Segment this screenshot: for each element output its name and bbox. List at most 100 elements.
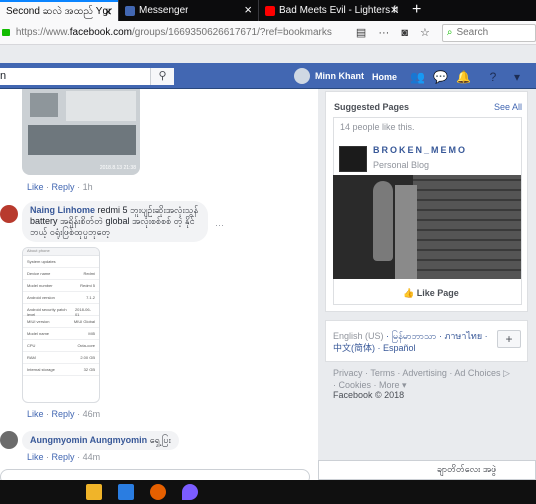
row-key: RAM [27, 355, 36, 360]
separator: · [46, 452, 50, 462]
close-icon[interactable]: × [104, 5, 112, 19]
photo-region [28, 125, 136, 155]
word-app-icon[interactable] [118, 484, 134, 500]
comment-text: ရှေ့ပြး [149, 435, 171, 445]
close-icon[interactable]: × [244, 3, 252, 17]
new-tab-button[interactable]: + [404, 0, 429, 21]
screenshot-rows: System updates Device name Redmi Model numb… [23, 256, 99, 376]
notifications-icon[interactable]: 🔔 [456, 70, 471, 84]
reply-link[interactable]: Reply [52, 409, 75, 419]
suggested-pages-title: Suggested Pages [334, 102, 410, 112]
like-link[interactable]: Like [27, 182, 44, 192]
search-icon: ⌕ [446, 27, 453, 38]
pocket-icon[interactable]: ◙ [401, 27, 408, 39]
photo-region [373, 181, 393, 261]
page-actions-icon[interactable]: ··· [378, 27, 389, 39]
like-link[interactable]: Like [27, 409, 44, 419]
chevron-down-icon[interactable]: ▾ [510, 70, 524, 84]
comment-author[interactable]: Naing Linhome [30, 205, 95, 215]
like-count: 14 people like this. [340, 122, 415, 132]
file-explorer-icon[interactable] [86, 484, 102, 500]
comment-actions: Like · Reply · 1h [27, 182, 93, 192]
browser-tab-bar: Second ဆလဲ အထည် Ygn × Messenger × Bad Me… [0, 0, 536, 21]
row-key: Internal storage [27, 367, 55, 372]
footer-link[interactable]: Advertising [402, 368, 447, 378]
add-language-button[interactable]: + [497, 330, 521, 348]
comment-time[interactable]: 44m [83, 452, 101, 462]
comment-time[interactable]: 46m [83, 409, 101, 419]
tab-title: Bad Meets Evil - Lighters ft. Br [279, 5, 398, 16]
screenshot-row: CPU Octa-core [23, 340, 99, 352]
comment-author[interactable]: Aungmyomin Aungmyomin [30, 435, 147, 445]
tab-title: Messenger [139, 5, 189, 16]
browser-nav-bar: https://www.facebook.com/groups/16693506… [0, 21, 536, 45]
chat-bar[interactable]: ချာတိတ်လေး အဖွဲ [318, 460, 536, 480]
browser-search-input[interactable]: ⌕ Search [441, 23, 536, 42]
comment-options-icon[interactable]: ··· [215, 220, 224, 230]
profile-link[interactable]: Minn Khant [294, 68, 364, 84]
language-link[interactable]: Español [383, 343, 416, 353]
comment-screenshot[interactable]: About phone System updates Device name Red… [22, 247, 100, 403]
row-key: Model name [27, 331, 50, 336]
reply-link[interactable]: Reply [52, 452, 75, 462]
language-link[interactable]: မြန်မာဘာသာ [392, 331, 437, 341]
row-key: System updates [27, 259, 56, 264]
avatar[interactable] [0, 431, 18, 449]
comment-photo[interactable]: 2018.8.13 21:38 [22, 89, 140, 175]
photo-region [395, 185, 417, 279]
row-key: Android version [27, 295, 55, 300]
avatar[interactable] [0, 205, 18, 223]
language-link[interactable]: ภาษาไทย [444, 331, 482, 341]
photo-region [66, 91, 136, 121]
like-page-button[interactable]: 👍 Like Page [403, 288, 459, 299]
browser-tab-2[interactable]: Messenger × [118, 0, 258, 21]
browser-tab-1[interactable]: Second ဆလဲ အထည် Ygn × [0, 0, 118, 21]
reply-link[interactable]: Reply [52, 182, 75, 192]
screenshot-row: RAM 2.00 GB [23, 352, 99, 364]
firefox-icon[interactable] [150, 484, 166, 500]
page-category: Personal Blog [373, 160, 430, 170]
screenshot-row: Device name Redmi [23, 268, 99, 280]
row-key: MIUI version [27, 319, 50, 324]
row-key: CPU [27, 343, 36, 348]
screenshot-row: Model name MI5 [23, 328, 99, 340]
search-button[interactable]: ⚲ [150, 68, 174, 85]
bookmark-star-icon[interactable]: ☆ [420, 26, 430, 39]
page-thumbnail[interactable] [339, 146, 367, 172]
comment-input[interactable] [0, 469, 310, 480]
close-icon[interactable]: × [390, 3, 398, 17]
comment-actions: Like · Reply · 46m [27, 409, 100, 419]
footer-link[interactable]: Ad Choices [454, 368, 500, 378]
current-language: English (US) [333, 331, 384, 341]
url-path: /groups/1669350626617671/?ref=bookmarks [132, 27, 332, 38]
see-all-link[interactable]: See All [494, 102, 522, 112]
friend-requests-icon[interactable]: 👥 [410, 70, 425, 84]
home-link[interactable]: Home [372, 72, 397, 82]
screenshot-header: About phone [23, 248, 99, 256]
group-feed: 2018.8.13 21:38 Like · Reply · 1h Naing … [0, 89, 318, 480]
lock-icon [2, 29, 10, 36]
help-icon[interactable]: ? [486, 70, 500, 84]
messenger-app-icon[interactable] [182, 484, 198, 500]
comment-time[interactable]: 1h [83, 182, 93, 192]
reader-view-icon[interactable]: ▤ [356, 26, 366, 39]
screenshot-row: MIUI version MIUI Global [23, 316, 99, 328]
row-key: Device name [27, 271, 51, 276]
separator: · [46, 409, 50, 419]
footer-link[interactable]: More [379, 380, 400, 390]
row-value: Redmi 5 [80, 283, 95, 288]
photo-timestamp: 2018.8.13 21:38 [99, 165, 136, 171]
page-cover-photo[interactable] [333, 175, 521, 279]
footer-link[interactable]: Terms [370, 368, 395, 378]
browser-tab-3[interactable]: Bad Meets Evil - Lighters ft. Br × [258, 0, 404, 21]
like-link[interactable]: Like [27, 452, 44, 462]
footer-link[interactable]: Privacy [333, 368, 363, 378]
screenshot-row: Model number Redmi 5 [23, 280, 99, 292]
facebook-search-input[interactable]: n [0, 68, 174, 85]
language-link[interactable]: 中文(简体) [333, 343, 375, 353]
footer-link[interactable]: Cookies [339, 380, 372, 390]
messenger-icon[interactable]: 💬 [433, 70, 448, 84]
url-bar[interactable]: https://www.facebook.com/groups/16693506… [16, 27, 344, 38]
page-name[interactable]: BROKEN_MEMO [373, 145, 467, 155]
photo-region [30, 93, 58, 117]
